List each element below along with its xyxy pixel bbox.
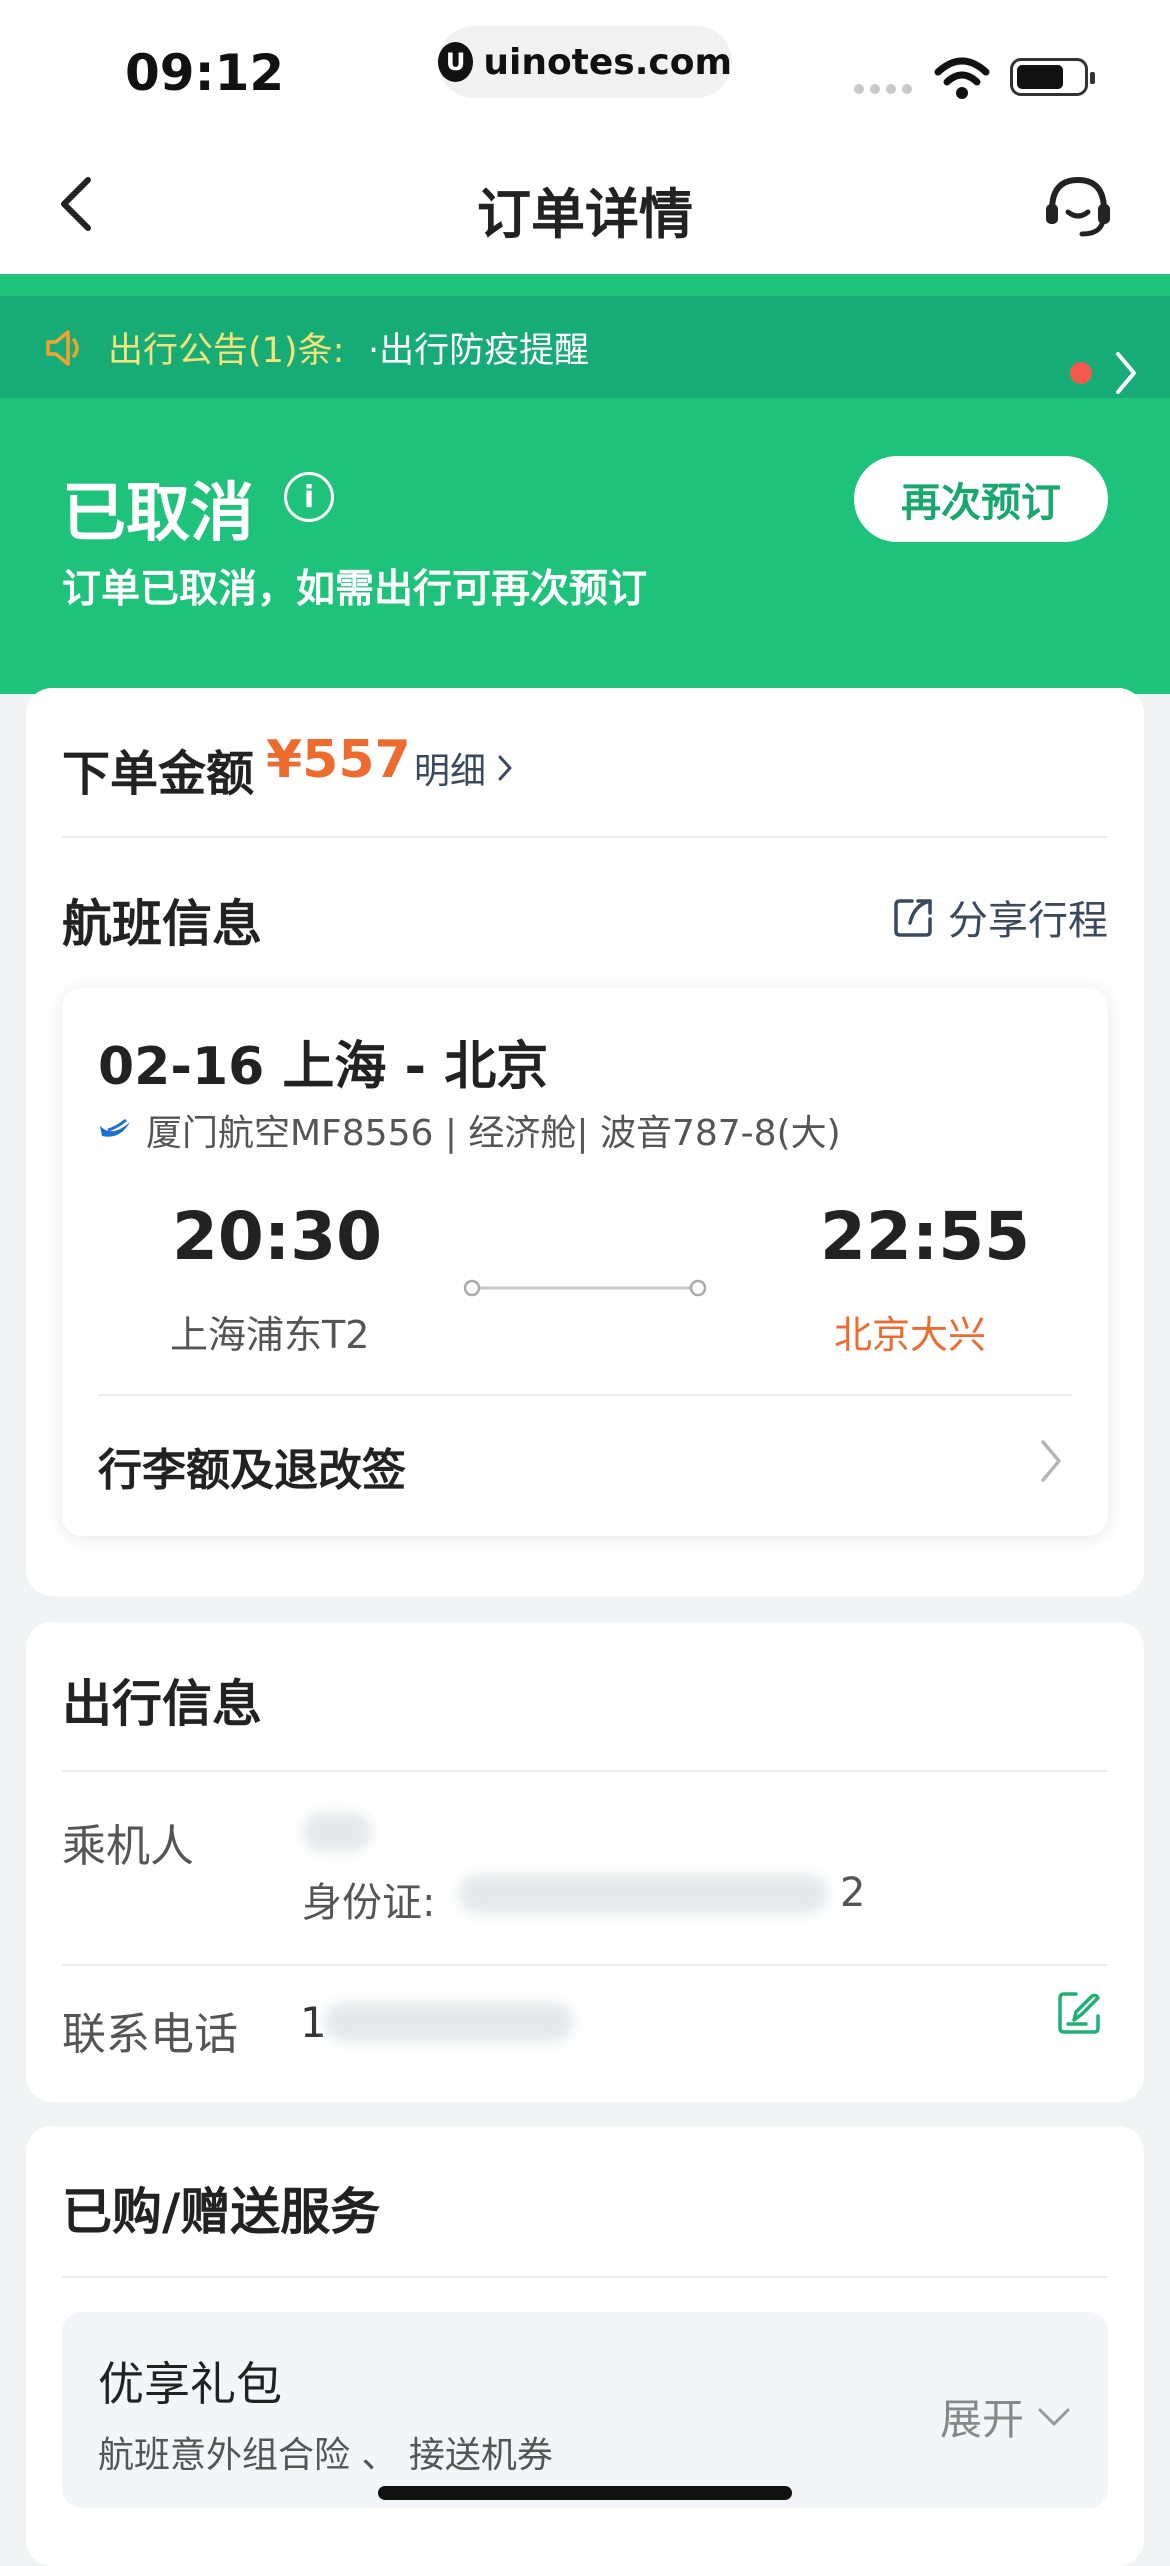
divider <box>62 2276 1108 2278</box>
xiamen-airlines-logo-icon <box>100 1118 130 1137</box>
customer-service-icon[interactable] <box>1042 174 1114 238</box>
chevron-right-icon[interactable] <box>1038 1438 1064 1484</box>
airline-info-text: 厦门航空MF8556 | 经济舱| 波音787-8(大) <box>146 1113 841 1154</box>
status-bar: 09:12 U uinotes.com <box>0 0 1170 130</box>
order-amount-label: 下单金额 <box>62 746 255 802</box>
chevron-right-icon <box>1116 352 1136 394</box>
services-card: 已购/赠送服务 优享礼包 航班意外组合险 、 接送机券 展开 <box>26 2126 1144 2566</box>
airline-info-row: 厦门航空MF8556 | 经济舱| 波音787-8(大) <box>98 1104 841 1156</box>
share-trip-button[interactable]: 分享行程 <box>892 888 1108 946</box>
gift-package-item[interactable]: 优享礼包 航班意外组合险 、 接送机券 展开 <box>62 2312 1108 2508</box>
flight-section-title: 航班信息 <box>62 895 262 953</box>
rebook-button[interactable]: 再次预订 <box>854 456 1108 542</box>
site-logo-icon: U <box>438 42 474 82</box>
price-detail-link[interactable]: 明细 <box>414 742 514 794</box>
unread-dot <box>1070 362 1092 384</box>
battery-icon <box>1010 58 1095 96</box>
travel-notice-bar[interactable]: 出行公告(1)条: ·出行防疫提醒 <box>0 296 1170 398</box>
order-status-header: 出行公告(1)条: ·出行防疫提醒 已取消 i 再次预订 订单已取消，如需出行可… <box>0 274 1170 694</box>
passenger-label: 乘机人 <box>62 1821 194 1872</box>
notice-text: ·出行防疫提醒 <box>368 331 590 371</box>
arrival-airport: 北京大兴 <box>834 1313 987 1357</box>
passenger-name-redacted <box>302 1812 372 1852</box>
divider <box>98 1394 1072 1396</box>
status-time: 09:12 <box>125 44 285 102</box>
chevron-right-icon <box>498 755 512 781</box>
nav-bar: 订单详情 <box>0 130 1170 274</box>
id-number-redacted <box>458 1874 828 1914</box>
departure-time: 20:30 <box>172 1198 383 1275</box>
id-number-tail: 2 <box>840 1870 866 1916</box>
order-amount-value: ¥557 <box>266 730 411 790</box>
expand-label: 展开 <box>939 2395 1024 2444</box>
order-status-subtitle: 订单已取消，如需出行可再次预订 <box>62 567 648 612</box>
contact-phone-redacted <box>324 2002 574 2042</box>
speaker-icon <box>46 330 79 366</box>
url-pill[interactable]: U uinotes.com <box>438 26 732 98</box>
flight-line-icon <box>463 1279 707 1297</box>
flight-detail-box: 02-16 上海 - 北京 厦门航空MF8556 | 经济舱| 波音787-8(… <box>62 988 1108 1536</box>
baggage-rules-link[interactable]: 行李额及退改签 <box>98 1434 406 1498</box>
flight-route: 02-16 上海 - 北京 <box>98 1037 549 1097</box>
divider <box>62 1964 1108 1966</box>
chevron-down-icon <box>1038 2408 1070 2425</box>
edit-icon[interactable] <box>1054 1988 1104 2038</box>
page-title: 订单详情 <box>477 183 693 246</box>
divider <box>62 1770 1108 1772</box>
expand-button[interactable]: 展开 <box>940 2386 1072 2447</box>
notice-label: 出行公告(1)条: <box>108 331 345 371</box>
share-icon <box>894 899 932 937</box>
info-icon[interactable]: i <box>284 472 334 522</box>
travel-info-card: 出行信息 乘机人 身份证: 2 联系电话 1 <box>26 1622 1144 2102</box>
gift-package-title: 优享礼包 <box>98 2357 282 2411</box>
contact-phone-start: 1 <box>300 1998 327 2047</box>
home-indicator <box>378 2486 792 2500</box>
arrival-time: 22:55 <box>820 1198 1031 1275</box>
contact-phone-label: 联系电话 <box>62 2009 238 2060</box>
id-card-label: 身份证: <box>302 1880 436 1926</box>
share-trip-label: 分享行程 <box>948 898 1108 944</box>
price-detail-label: 明细 <box>414 751 487 792</box>
flight-card: 下单金额 ¥557 明细 航班信息 分享行程 02-16 上海 - 北京 厦门航… <box>26 688 1144 1596</box>
wifi-icon <box>934 57 990 99</box>
cellular-signal-icon <box>854 84 912 94</box>
divider <box>62 836 1108 838</box>
order-status-title: 已取消 <box>62 477 254 551</box>
departure-airport: 上海浦东T2 <box>170 1313 370 1357</box>
travel-section-title: 出行信息 <box>62 1675 262 1733</box>
url-text: uinotes.com <box>483 41 732 83</box>
gift-package-subtitle: 航班意外组合险 、 接送机券 <box>98 2435 553 2476</box>
services-section-title: 已购/赠送服务 <box>62 2183 381 2241</box>
